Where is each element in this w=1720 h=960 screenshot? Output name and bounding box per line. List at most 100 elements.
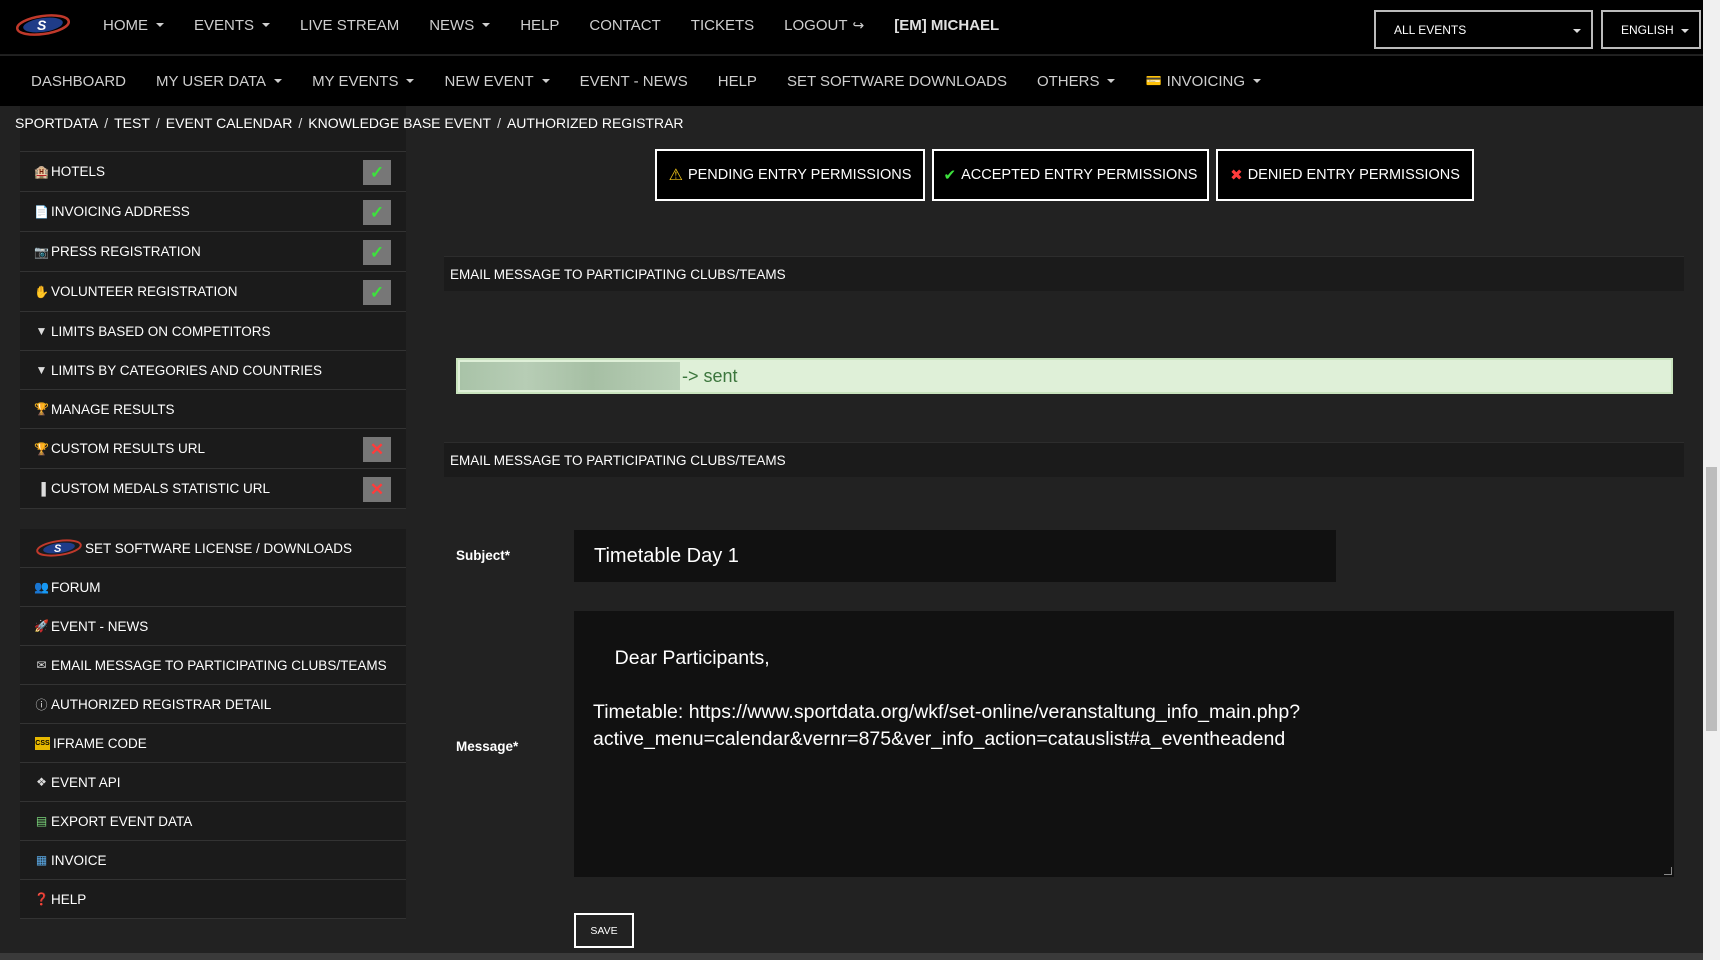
svg-text:S: S [54, 543, 62, 555]
sidebar-item-event-api[interactable]: ❖ EVENT API [20, 763, 406, 802]
sidebar-item-hotels[interactable]: 🏨 HOTELS ✓ [20, 152, 406, 192]
subject-input[interactable]: Timetable Day 1 [574, 530, 1336, 582]
sidebar-item-label: EXPORT EVENT DATA [51, 813, 193, 829]
resize-handle[interactable] [1664, 867, 1672, 875]
language-select-value: ENGLISH [1621, 22, 1674, 37]
set-logo-icon: S [36, 539, 82, 557]
subnav-label: EVENT - NEWS [579, 72, 688, 90]
breadcrumb-item[interactable]: TEST [114, 115, 150, 131]
redacted-recipient [460, 362, 680, 390]
nav-help[interactable]: HELP [505, 17, 574, 34]
sidebar-item-label: EVENT API [51, 774, 121, 790]
alert-text: -> sent [682, 365, 738, 386]
subnav-event-news[interactable]: EVENT - NEWS [565, 73, 703, 90]
breadcrumb-separator: / [104, 115, 109, 131]
sidebar-item-set-software[interactable]: S SET SOFTWARE LICENSE / DOWNLOADS [20, 529, 406, 568]
breadcrumb-item[interactable]: EVENT CALENDAR [166, 115, 293, 131]
subnav-help[interactable]: HELP [703, 73, 772, 90]
sidebar-item-press-registration[interactable]: 📷 PRESS REGISTRATION ✓ [20, 232, 406, 272]
sidebar-item-label: CUSTOM RESULTS URL [51, 441, 206, 456]
sidebar-item-invoicing-address[interactable]: 📄 INVOICING ADDRESS ✓ [20, 192, 406, 232]
message-label: Message* [456, 739, 519, 754]
forum-icon: 👥 [34, 580, 49, 594]
save-button[interactable]: SAVE [574, 913, 634, 948]
subnav-invoicing[interactable]: 💳 INVOICING [1130, 73, 1276, 90]
sidebar-item-label: HELP [51, 891, 87, 907]
nav-label: TICKETS [690, 16, 755, 34]
subnav-label: OTHERS [1036, 72, 1100, 90]
subnav-dashboard[interactable]: DASHBOARD [16, 73, 141, 90]
sidebar-item-event-news[interactable]: 🚀 EVENT - NEWS [20, 607, 406, 646]
subnav-new-event[interactable]: NEW EVENT [429, 73, 564, 90]
nav-user[interactable]: [EM] MICHAEL [879, 17, 1014, 34]
sidebar-item-label: FORUM [51, 579, 101, 595]
subnav-set-software-downloads[interactable]: SET SOFTWARE DOWNLOADS [772, 73, 1022, 90]
svg-text:S: S [37, 17, 47, 33]
button-label: ACCEPTED ENTRY PERMISSIONS [961, 167, 1198, 183]
caret-down-icon [1681, 29, 1689, 33]
breadcrumb-item[interactable]: KNOWLEDGE BASE EVENT [308, 115, 491, 131]
sidebar-item-limits-competitors[interactable]: ▼ LIMITS BASED ON COMPETITORS [20, 312, 406, 351]
sidebar-item-label: INVOICING ADDRESS [51, 204, 190, 219]
subnav-others[interactable]: OTHERS [1022, 73, 1131, 90]
breadcrumb-separator: / [497, 115, 501, 131]
subnav-label: MY USER DATA [156, 72, 267, 90]
sidebar-item-manage-results[interactable]: 🏆 MANAGE RESULTS [20, 390, 406, 429]
nav-home[interactable]: HOME [88, 17, 179, 34]
pending-permissions-button[interactable]: ⚠ PENDING ENTRY PERMISSIONS [655, 149, 925, 201]
nav-contact[interactable]: CONTACT [574, 17, 675, 34]
sidebar-item-forum[interactable]: 👥 FORUM [20, 568, 406, 607]
nav-live-stream[interactable]: LIVE STREAM [285, 17, 414, 34]
scrollbar-thumb[interactable] [1706, 467, 1717, 731]
rocket-icon: 🚀 [34, 619, 49, 633]
page-scrollbar[interactable] [1703, 0, 1720, 960]
sidebar-item-export-event-data[interactable]: ▤ EXPORT EVENT DATA [20, 802, 406, 841]
sidebar-item-email-message[interactable]: ✉ EMAIL MESSAGE TO PARTICIPATING CLUBS/TE… [20, 646, 406, 685]
nav-label: LOGOUT [784, 16, 848, 34]
subnav-label: SET SOFTWARE DOWNLOADS [786, 72, 1007, 90]
subject-value: Timetable Day 1 [594, 544, 739, 567]
event-select[interactable]: ALL EVENTS [1374, 10, 1593, 49]
trophy-icon: 🏆 [34, 402, 49, 416]
bar-chart-icon: ▐ [37, 481, 46, 496]
sidebar-item-iframe-code[interactable]: CSS IFRAME CODE [20, 724, 406, 763]
nav-label: NEWS [429, 16, 475, 34]
sidebar-item-volunteer-registration[interactable]: ✋ VOLUNTEER REGISTRATION ✓ [20, 272, 406, 312]
breadcrumb-item[interactable]: SPORTDATA [15, 115, 98, 131]
sidebar-item-custom-medals-url[interactable]: ▐ CUSTOM MEDALS STATISTIC URL ✕ [20, 469, 406, 509]
caret-down-icon [274, 79, 283, 83]
nav-label: LIVE STREAM [300, 16, 400, 34]
denied-permissions-button[interactable]: ✖ DENIED ENTRY PERMISSIONS [1216, 149, 1474, 201]
sportdata-logo[interactable]: S [15, 12, 71, 38]
subnav-label: INVOICING [1166, 72, 1246, 90]
nav-label: HELP [520, 16, 560, 34]
subnav-my-events[interactable]: MY EVENTS [297, 73, 429, 90]
nav-logout[interactable]: LOGOUT ↪ [769, 17, 879, 34]
main-content: ⚠ PENDING ENTRY PERMISSIONS ✔ ACCEPTED E… [406, 106, 1703, 956]
subnav-label: NEW EVENT [444, 72, 534, 90]
sidebar-item-limits-categories[interactable]: ▼ LIMITS BY CATEGORIES AND COUNTRIES [20, 351, 406, 390]
camera-icon: 📷 [34, 244, 49, 259]
subnav-my-user-data[interactable]: MY USER DATA [141, 73, 297, 90]
sidebar-item-authorized-registrar-detail[interactable]: ⓘ AUTHORIZED REGISTRAR DETAIL [20, 685, 406, 724]
nav-news[interactable]: NEWS [414, 17, 505, 34]
nav-events[interactable]: EVENTS [179, 17, 285, 34]
sidebar-item-label: AUTHORIZED REGISTRAR DETAIL [51, 696, 272, 712]
accepted-permissions-button[interactable]: ✔ ACCEPTED ENTRY PERMISSIONS [932, 149, 1209, 201]
sidebar-item-label: VOLUNTEER REGISTRATION [51, 284, 238, 299]
puzzle-icon: ❖ [36, 775, 47, 789]
check-icon: ✔ [943, 167, 957, 184]
sidebar-item-invoice[interactable]: ▦ INVOICE [20, 841, 406, 880]
nav-label: [EM] MICHAEL [894, 16, 1000, 34]
button-label: DENIED ENTRY PERMISSIONS [1247, 167, 1460, 183]
subnav-label: HELP [717, 72, 757, 90]
nav-tickets[interactable]: TICKETS [676, 17, 769, 34]
sidebar-item-custom-results-url[interactable]: 🏆 CUSTOM RESULTS URL ✕ [20, 429, 406, 469]
language-select[interactable]: ENGLISH [1601, 10, 1701, 49]
sidebar: 🏨 HOTELS ✓ 📄 INVOICING ADDRESS ✓ 📷 PRESS RE… [20, 106, 406, 919]
message-textarea[interactable]: Dear Participants, Timetable: https://ww… [574, 611, 1674, 877]
sidebar-item-help[interactable]: ❓ HELP [20, 880, 406, 919]
filter-icon: ▼ [35, 324, 48, 338]
subnav-label: MY EVENTS [312, 72, 399, 90]
main-menu: HOME EVENTS LIVE STREAM NEWS HELP CONTAC… [88, 0, 1014, 50]
